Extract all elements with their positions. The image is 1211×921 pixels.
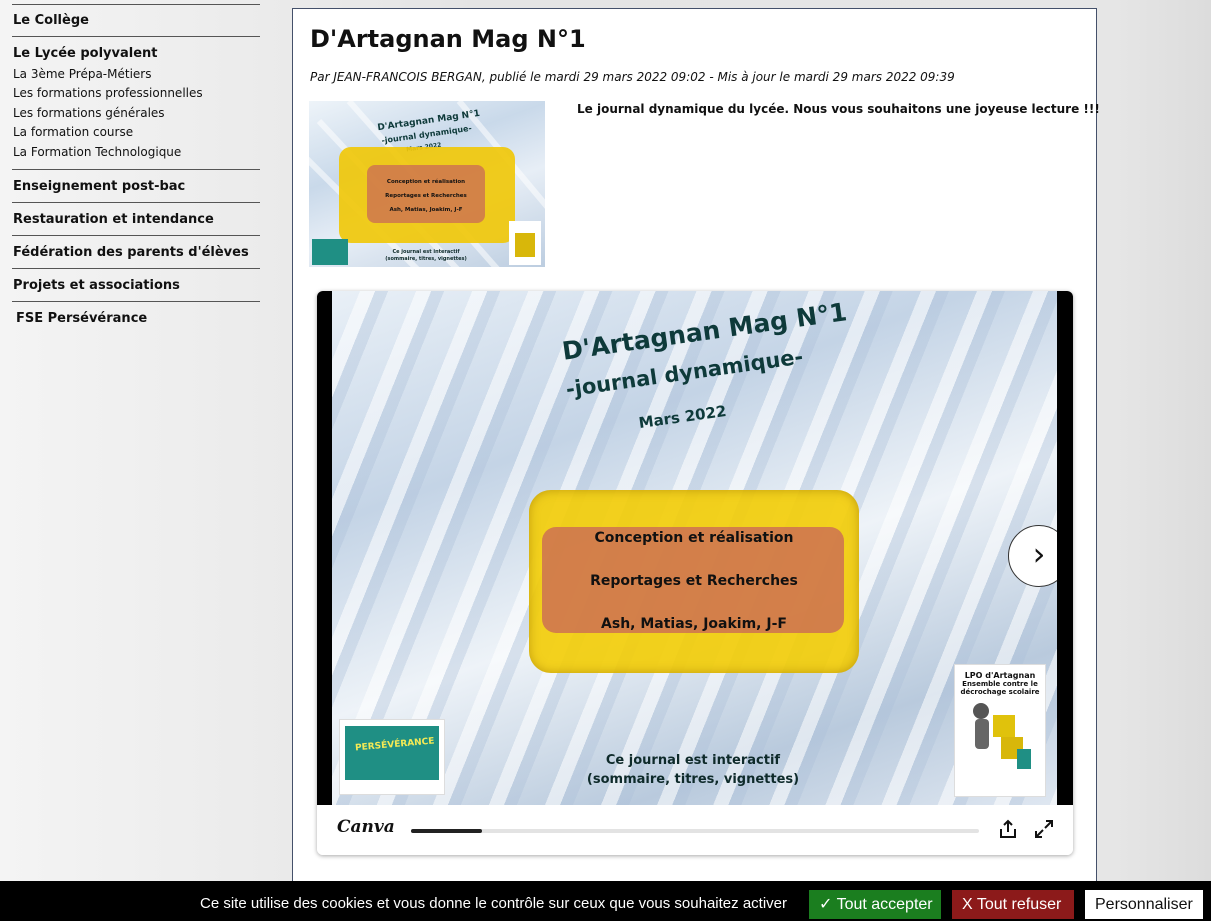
accept-all-cookies-button[interactable]: ✓ Tout accepter	[809, 890, 941, 919]
puzzle-figure-icon	[973, 703, 1031, 769]
nav-section-restauration[interactable]: Restauration et intendance	[12, 202, 260, 235]
nav-section-parents[interactable]: Fédération des parents d'élèves	[12, 235, 260, 268]
nav-section-college[interactable]: Le Collège	[12, 4, 260, 36]
customize-cookies-button[interactable]: Personnaliser	[1085, 890, 1203, 919]
interactive-note-line1: Ce journal est interactif	[605, 753, 781, 768]
interactive-note-line2: (sommaire, titres, vignettes)	[586, 772, 800, 787]
svg-text:Ce journal est interactif: Ce journal est interactif	[393, 249, 461, 255]
canva-embed[interactable]: D'Artagnan Mag N°1 -journal dynamique- M…	[317, 291, 1073, 855]
nav-sublist-lycee: La 3ème Prépa-Métiers Les formations pro…	[12, 65, 260, 169]
cookie-banner: Ce site utilise des cookies et vous donn…	[0, 881, 1211, 921]
article-thumbnail[interactable]: D'Artagnan Mag N°1 -journal dynamique- M…	[309, 101, 545, 267]
nav-item-formation-techno[interactable]: La Formation Technologique	[12, 143, 260, 162]
perseverance-logo-text: PERSÉVÉRANCE	[354, 736, 435, 754]
refuse-all-cookies-button[interactable]: X Tout refuser	[952, 890, 1074, 919]
canva-brand-logo[interactable]: Canva	[337, 817, 395, 837]
nav-item-formation-course[interactable]: La formation course	[12, 123, 260, 142]
nav-section-projets[interactable]: Projets et associations	[12, 268, 260, 301]
article-title: D'Artagnan Mag N°1	[310, 25, 586, 53]
slide-progress-bar[interactable]	[411, 829, 979, 833]
nav-item-3eme-prepa[interactable]: La 3ème Prépa-Métiers	[12, 65, 260, 84]
sidebar-nav: Le Collège Le Lycée polyvalent La 3ème P…	[12, 4, 260, 334]
slide-progress-fill	[411, 829, 482, 833]
perseverance-logo[interactable]: PERSÉVÉRANCE	[339, 719, 445, 795]
player-toolbar: Canva	[317, 805, 1073, 855]
nav-item-formations-pro[interactable]: Les formations professionnelles	[12, 84, 260, 103]
nav-section-fse[interactable]: FSE Persévérance	[12, 301, 260, 334]
svg-text:Ash, Matias, Joakim, J-F: Ash, Matias, Joakim, J-F	[389, 207, 462, 213]
share-icon[interactable]	[997, 818, 1019, 840]
interactive-note: Ce journal est interactif (sommaire, tit…	[512, 751, 874, 789]
lpo-logo-title: LPO d'Artagnan	[964, 671, 1036, 680]
svg-text:Conception et réalisation: Conception et réalisation	[387, 178, 465, 185]
thumbnail-image: D'Artagnan Mag N°1 -journal dynamique- M…	[309, 101, 545, 267]
article-byline: Par JEAN-FRANCOIS BERGAN, publié le mard…	[310, 70, 955, 84]
slide-viewport[interactable]: D'Artagnan Mag N°1 -journal dynamique- M…	[317, 291, 1073, 805]
perseverance-logo-bg: PERSÉVÉRANCE	[345, 726, 439, 780]
nav-section-post-bac[interactable]: Enseignement post-bac	[12, 169, 260, 202]
chevron-right-icon: ›	[1032, 535, 1046, 573]
slide-content[interactable]: D'Artagnan Mag N°1 -journal dynamique- M…	[332, 291, 1057, 805]
nav-item-formations-gen[interactable]: Les formations générales	[12, 104, 260, 123]
svg-text:Reportages et Recherches: Reportages et Recherches	[385, 193, 467, 199]
cookie-message: Ce site utilise des cookies et vous donn…	[200, 895, 787, 912]
article-panel: D'Artagnan Mag N°1 Par JEAN-FRANCOIS BER…	[292, 8, 1100, 890]
fullscreen-icon[interactable]	[1033, 818, 1055, 840]
next-slide-button[interactable]: ›	[1008, 525, 1057, 587]
credit-line: Ash, Matias, Joakim, J-F	[601, 616, 787, 632]
svg-text:(sommaire, titres, vignettes): (sommaire, titres, vignettes)	[385, 256, 467, 262]
credit-line: Conception et réalisation	[594, 530, 794, 546]
credit-line: Reportages et Recherches	[590, 573, 798, 589]
article-intro: Le journal dynamique du lycée. Nous vous…	[577, 102, 1100, 116]
lpo-logo[interactable]: LPO d'Artagnan Ensemble contre le décroc…	[954, 664, 1046, 797]
